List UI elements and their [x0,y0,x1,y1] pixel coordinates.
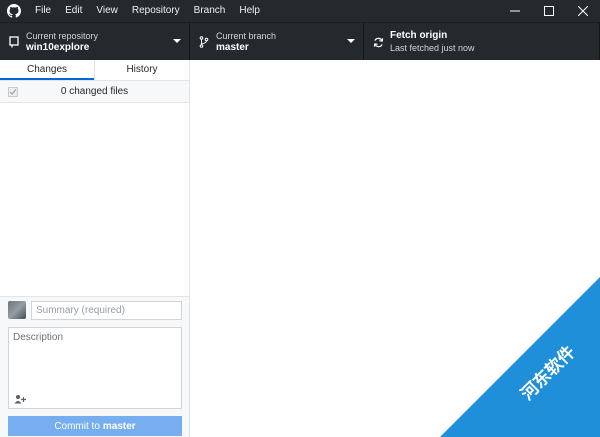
fetch-origin-button[interactable]: Fetch origin Last fetched just now [364,23,600,61]
github-logo-icon [0,0,28,22]
title-bar: File Edit View Repository Branch Help [0,0,600,22]
last-fetched-text: Last fetched just now [390,43,475,53]
watermark-logo: 河东软件 [440,277,600,437]
window-controls [498,0,600,22]
description-box [8,327,182,409]
current-branch-dropdown[interactable]: Current branch master [190,23,364,61]
minimize-button[interactable] [498,0,532,22]
checkmark-icon [9,89,17,95]
tab-changes[interactable]: Changes [0,60,94,80]
changes-header: 0 changed files [0,81,189,103]
commit-button-prefix: Commit to [54,420,100,432]
menu-file[interactable]: File [28,0,58,22]
changed-files-list [0,103,189,295]
sidebar-tabs: Changes History [0,60,189,81]
commit-panel: Commit to master [0,296,189,437]
sidebar: Changes History 0 changed files Commit t… [0,60,190,437]
commit-button-branch: master [102,420,136,432]
close-button[interactable] [566,0,600,22]
current-repository-dropdown[interactable]: Current repository win10explore [0,23,190,61]
branch-icon [192,36,216,48]
add-coauthor-icon[interactable] [13,393,27,405]
menu-repository[interactable]: Repository [125,0,187,22]
menu-help[interactable]: Help [232,0,267,22]
chevron-down-icon [173,39,181,43]
branch-label: Current branch [216,31,277,41]
close-icon [578,6,588,16]
fetch-origin-label: Fetch origin [390,30,448,41]
menu-bar: File Edit View Repository Branch Help [28,0,267,22]
description-input[interactable] [9,328,181,388]
summary-input[interactable] [31,301,182,320]
changed-files-count: 0 changed files [60,86,129,97]
chevron-down-icon [347,39,355,43]
menu-view[interactable]: View [89,0,125,22]
commit-button[interactable]: Commit to master [8,416,182,436]
repository-name: win10explore [26,42,90,53]
maximize-icon [544,6,554,16]
maximize-button[interactable] [532,0,566,22]
repo-icon [2,36,26,48]
sync-icon [366,37,390,48]
toolbar: Current repository win10explore Current … [0,22,600,61]
avatar [8,301,26,319]
minimize-icon [510,10,520,12]
select-all-checkbox[interactable] [8,87,18,97]
branch-name: master [216,42,249,53]
menu-branch[interactable]: Branch [187,0,233,22]
repository-label: Current repository [26,31,99,41]
tab-history[interactable]: History [94,60,189,80]
menu-edit[interactable]: Edit [58,0,89,22]
